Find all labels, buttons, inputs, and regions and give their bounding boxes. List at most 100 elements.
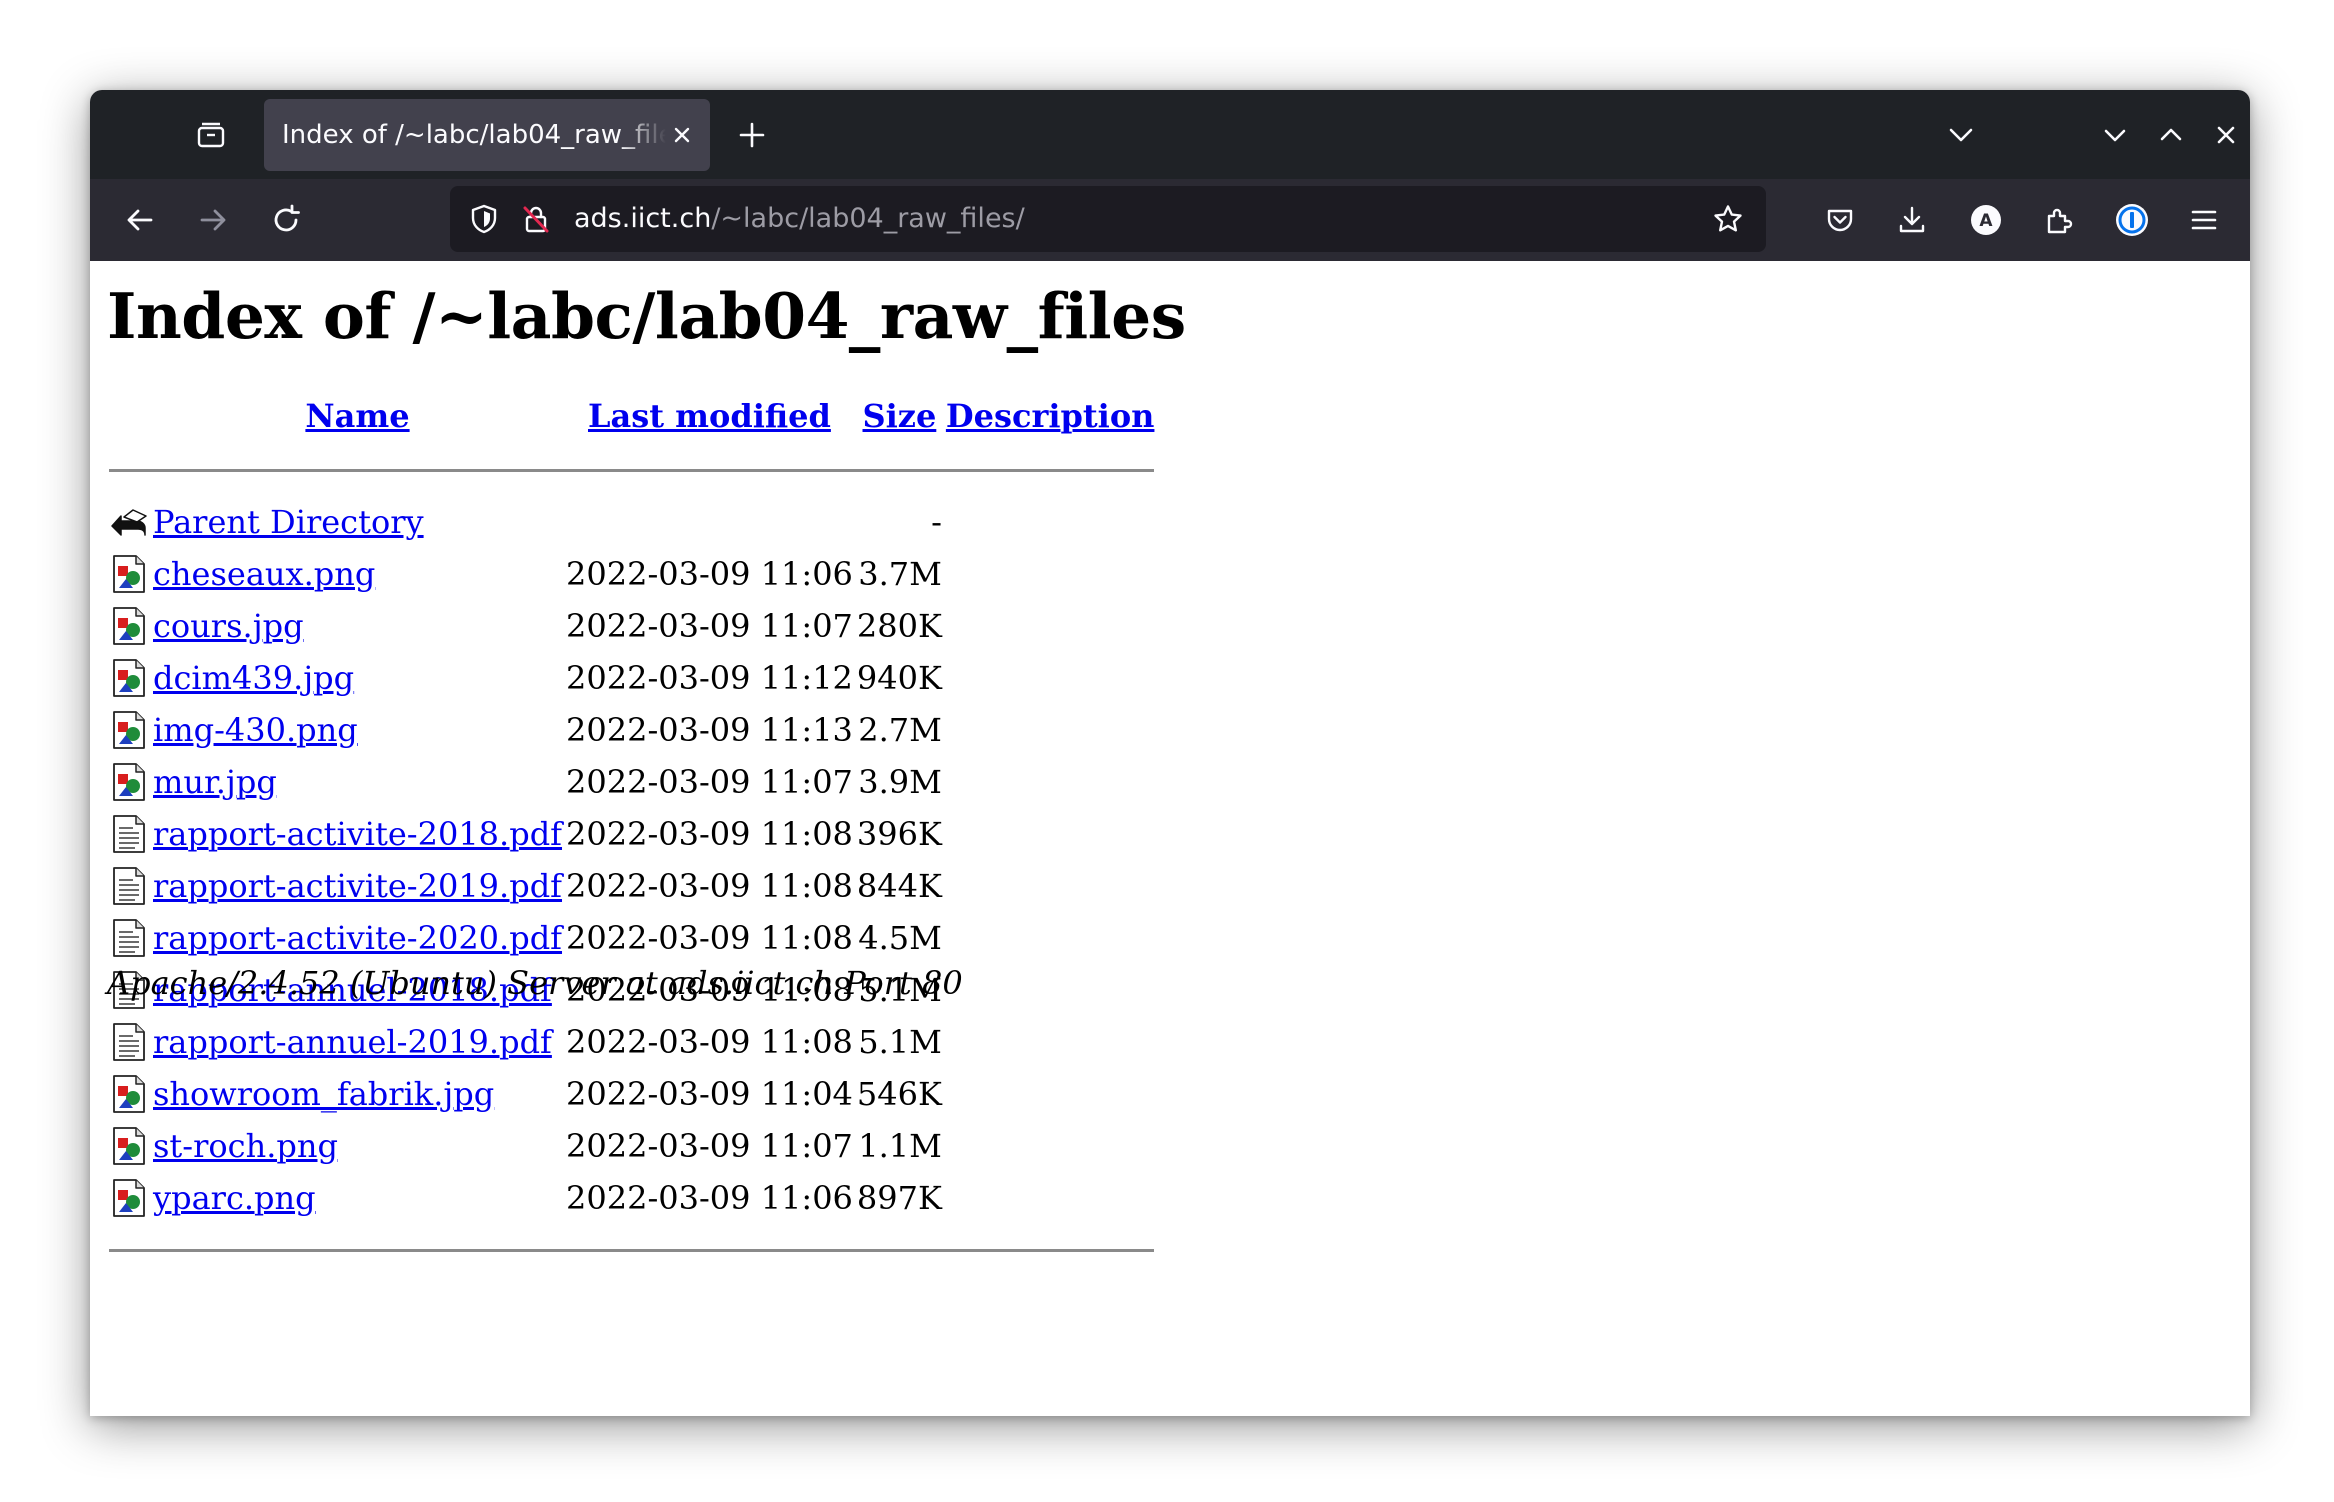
description-cell — [946, 548, 1155, 600]
parent-directory-row: Parent Directory - — [109, 496, 1154, 548]
size-cell: 940K — [856, 659, 942, 697]
description-cell — [946, 756, 1155, 808]
page-title: Index of /~labc/lab04_raw_files — [107, 279, 1186, 353]
new-tab-icon[interactable] — [724, 107, 780, 163]
url-bar[interactable]: ads.iict.ch/~labc/lab04_raw_files/ — [450, 186, 1766, 252]
file-link[interactable]: rapport-annuel-2019.pdf — [153, 1023, 552, 1061]
file-link[interactable]: yparc.png — [153, 1179, 316, 1217]
file-row: img-430.png 2022-03-09 11:13 2.7M — [109, 704, 1154, 756]
tab-title: Index of /~labc/lab04_raw_files/ — [282, 120, 666, 150]
file-link[interactable]: showroom_fabrik.jpg — [153, 1075, 494, 1113]
size-column-header: Size — [857, 388, 942, 444]
file-link[interactable]: dcim439.jpg — [153, 659, 354, 697]
last-modified-cell: 2022-03-09 11:04 — [566, 1075, 853, 1113]
description-column-header: Description — [946, 388, 1155, 444]
forward-icon[interactable] — [185, 192, 241, 248]
minimize-icon[interactable] — [2087, 107, 2143, 163]
page-content: Index of /~labc/lab04_raw_files Name Las… — [90, 261, 2250, 1416]
tab-overview-icon[interactable] — [183, 107, 239, 163]
size-cell: 396K — [856, 815, 942, 853]
description-cell — [946, 964, 1155, 1016]
sort-by-description-link[interactable]: Description — [946, 397, 1155, 435]
sort-by-size-link[interactable]: Size — [863, 397, 937, 435]
last-modified-cell: 2022-03-09 11:07 — [566, 763, 853, 801]
size-cell: 3.9M — [858, 763, 942, 801]
downloads-icon[interactable] — [1884, 192, 1940, 248]
file-row: cheseaux.png 2022-03-09 11:06 3.7M — [109, 548, 1154, 600]
description-cell — [946, 1068, 1155, 1120]
file-name-cell: mur.jpg — [153, 756, 562, 808]
file-row: yparc.png 2022-03-09 11:06 897K — [109, 1172, 1154, 1224]
menu-hamburger-icon[interactable] — [2176, 192, 2232, 248]
file-link[interactable]: rapport-activite-2018.pdf — [153, 815, 562, 853]
parent-directory-link[interactable]: Parent Directory — [153, 503, 424, 541]
url-text[interactable]: ads.iict.ch/~labc/lab04_raw_files/ — [574, 186, 1025, 252]
extensions-puzzle-icon[interactable] — [2031, 192, 2087, 248]
size-cell: 546K — [856, 1075, 942, 1113]
image-icon — [109, 1120, 149, 1172]
table-header-row: Name Last modified Size Description — [109, 388, 1154, 444]
bookmark-star-icon[interactable] — [1706, 197, 1750, 241]
file-name-cell: rapport-annuel-2019.pdf — [153, 1016, 562, 1068]
icon-column-header — [109, 388, 149, 444]
pocket-icon[interactable] — [1812, 192, 1868, 248]
file-link[interactable]: st-roch.png — [153, 1127, 338, 1165]
file-row: mur.jpg 2022-03-09 11:07 3.9M — [109, 756, 1154, 808]
image-icon — [109, 1068, 149, 1120]
url-path: /~labc/lab04_raw_files/ — [711, 203, 1025, 234]
last-modified-cell: 2022-03-09 11:08 — [566, 1023, 853, 1061]
file-name-cell: img-430.png — [153, 704, 562, 756]
back-icon[interactable] — [112, 192, 168, 248]
file-name-cell: st-roch.png — [153, 1120, 562, 1172]
list-all-tabs-icon[interactable] — [1933, 107, 1989, 163]
file-name-cell: yparc.png — [153, 1172, 562, 1224]
last-modified-cell: 2022-03-09 11:12 — [566, 659, 853, 697]
insecure-connection-lock-icon[interactable] — [514, 197, 558, 241]
reload-icon[interactable] — [258, 192, 314, 248]
document-icon — [109, 860, 149, 912]
tracking-protection-shield-icon[interactable] — [462, 197, 506, 241]
file-link[interactable]: cheseaux.png — [153, 555, 375, 593]
password-manager-icon[interactable] — [2104, 192, 2160, 248]
document-icon — [109, 1016, 149, 1068]
url-host: ads.iict.ch — [574, 203, 712, 234]
sort-by-name-link[interactable]: Name — [305, 397, 409, 435]
file-name-cell: cheseaux.png — [153, 548, 562, 600]
file-row: st-roch.png 2022-03-09 11:07 1.1M — [109, 1120, 1154, 1172]
parent-size-cell: - — [931, 503, 942, 541]
server-signature: Apache/2.4.52 (Ubuntu) Server at ads.iic… — [107, 964, 963, 1002]
last-modified-cell: 2022-03-09 11:13 — [566, 711, 853, 749]
file-link[interactable]: img-430.png — [153, 711, 358, 749]
active-tab[interactable]: Index of /~labc/lab04_raw_files/ — [264, 99, 710, 171]
file-link[interactable]: rapport-activite-2020.pdf — [153, 919, 562, 957]
file-link[interactable]: cours.jpg — [153, 607, 304, 645]
navigation-toolbar: ads.iict.ch/~labc/lab04_raw_files/ A — [90, 179, 2250, 261]
maximize-icon[interactable] — [2143, 107, 2199, 163]
size-cell: 844K — [856, 867, 942, 905]
description-cell — [946, 808, 1155, 860]
size-cell: 1.1M — [858, 1127, 942, 1165]
file-name-cell: dcim439.jpg — [153, 652, 562, 704]
file-row: rapport-activite-2019.pdf 2022-03-09 11:0… — [109, 860, 1154, 912]
file-row: rapport-activite-2020.pdf 2022-03-09 11:0… — [109, 912, 1154, 964]
close-tab-icon[interactable] — [668, 121, 696, 149]
file-name-cell: rapport-activite-2019.pdf — [153, 860, 562, 912]
last-modified-cell: 2022-03-09 11:06 — [566, 1179, 853, 1217]
file-name-cell: cours.jpg — [153, 600, 562, 652]
file-link[interactable]: mur.jpg — [153, 763, 277, 801]
file-link[interactable]: rapport-activite-2019.pdf — [153, 867, 562, 905]
close-window-icon[interactable] — [2198, 107, 2250, 163]
back-arrow-icon — [109, 496, 149, 548]
last-modified-cell: 2022-03-09 11:07 — [566, 607, 853, 645]
footer-divider — [109, 1224, 1155, 1276]
browser-window: Index of /~labc/lab04_raw_files/ ads.iic… — [90, 90, 2250, 1416]
description-cell — [946, 912, 1155, 964]
account-avatar-icon[interactable]: A — [1958, 192, 2014, 248]
parent-modified-cell — [566, 496, 853, 548]
file-row: rapport-activite-2018.pdf 2022-03-09 11:0… — [109, 808, 1154, 860]
sort-by-last-modified-link[interactable]: Last modified — [588, 397, 831, 435]
description-cell — [946, 1172, 1155, 1224]
description-cell — [946, 860, 1155, 912]
image-icon — [109, 756, 149, 808]
document-icon — [109, 808, 149, 860]
